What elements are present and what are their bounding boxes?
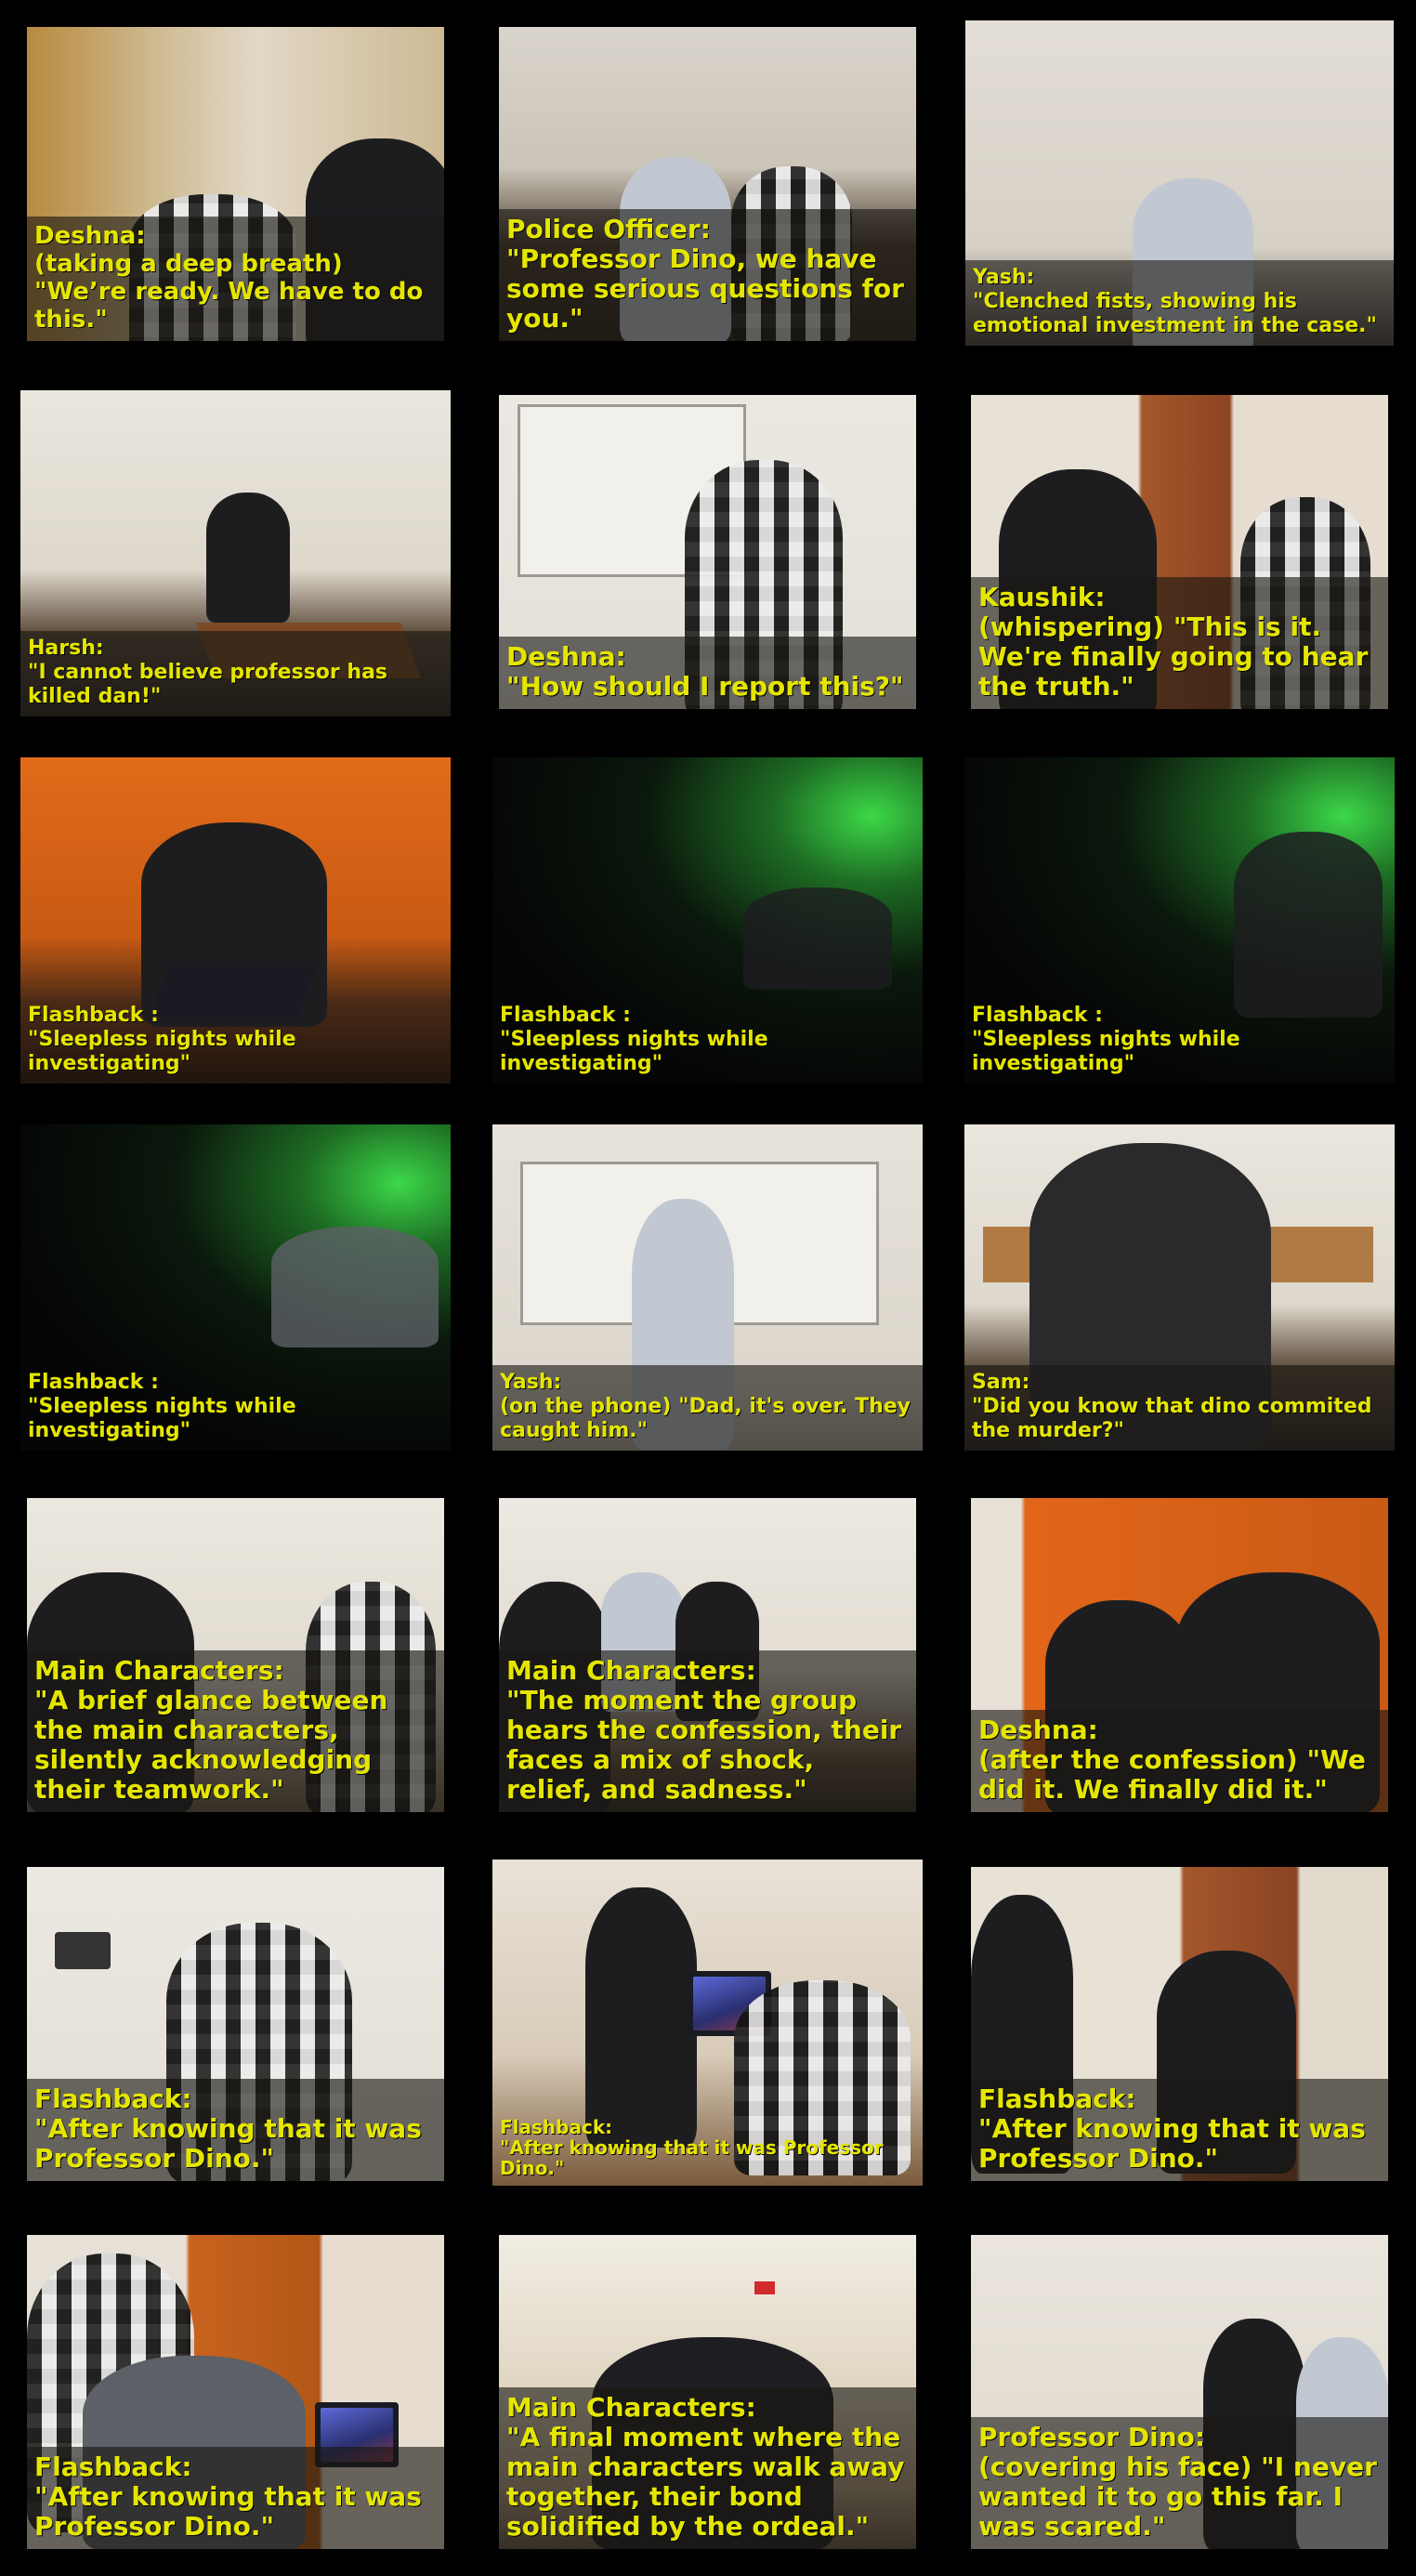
caption-text: "Professor Dino, we have some serious qu… [506,243,913,334]
panel-caption: Flashback : "Sleepless nights while inve… [20,1365,451,1451]
caption-text: "Sleepless nights while investigating" [28,1028,304,1075]
caption-speaker: Yash: [500,1371,562,1394]
comic-panel-18: Flashback: "After knowing that it was Pr… [971,1867,1388,2181]
caption-text: "A brief glance between the main charact… [34,1685,398,1805]
caption-speaker: Deshna: [506,641,626,672]
caption-text: (after the confession) "We did it. We fi… [978,1744,1375,1805]
caption-speaker: Flashback : [500,1004,631,1027]
panel-caption: Main Characters: "The moment the group h… [499,1650,916,1812]
caption-speaker: Flashback : [28,1004,159,1027]
caption-speaker: Deshna: [978,1715,1098,1745]
panel-caption: Police Officer: "Professor Dino, we have… [499,209,916,341]
microwave [55,1932,111,1969]
caption-speaker: Flashback: [34,2083,192,2114]
caption-speaker: Professor Dino: [978,2422,1206,2452]
character-figure [206,493,290,623]
caption-text: "The moment the group hears the confessi… [506,1685,911,1805]
panel-caption: Professor Dino: (covering his face) "I n… [971,2417,1388,2549]
comic-panel-14: Main Characters: "The moment the group h… [499,1498,916,1812]
comic-panel-3: Yash: "Clenched fists, showing his emoti… [965,20,1394,346]
caption-text: "After knowing that it was Professor Din… [500,2136,890,2179]
caption-speaker: Flashback : [28,1371,159,1394]
comic-panel-8: Flashback : "Sleepless nights while inve… [492,757,923,1084]
caption-speaker: Deshna: [34,222,146,250]
comic-panel-4: Harsh: "I cannot believe professor has k… [20,390,451,716]
caption-speaker: Yash: [973,266,1035,289]
comic-panel-17: Flashback: "After knowing that it was Pr… [492,1860,923,2186]
panel-caption: Sam: "Did you know that dino commited th… [964,1365,1395,1451]
caption-speaker: Flashback: [978,2083,1136,2114]
panel-caption: Flashback : "Sleepless nights while inve… [20,998,451,1084]
caption-text: "Did you know that dino commited the mur… [972,1395,1380,1442]
comic-panel-2: Police Officer: "Professor Dino, we have… [499,27,916,341]
character-figure [1234,832,1383,1018]
panel-caption: Kaushik: (whispering) "This is it. We're… [971,577,1388,709]
caption-speaker: Main Characters: [506,1655,756,1686]
caption-speaker: Kaushik: [978,582,1106,612]
caption-text: "I cannot believe professor has killed d… [28,661,395,708]
comic-panel-16: Flashback: "After knowing that it was Pr… [27,1867,444,2181]
panel-caption: Flashback: "After knowing that it was Pr… [27,2079,444,2181]
panel-caption: Flashback: "After knowing that it was Pr… [492,2111,923,2186]
panel-caption: Deshna: (taking a deep breath) "We’re re… [27,217,444,341]
panel-caption: Harsh: "I cannot believe professor has k… [20,631,451,716]
caption-speaker: Harsh: [28,637,104,660]
caption-text: "Sleepless nights while investigating" [28,1395,304,1442]
caption-speaker: Flashback : [972,1004,1103,1027]
comic-panel-13: Main Characters: "A brief glance between… [27,1498,444,1812]
comic-panel-11: Yash: (on the phone) "Dad, it's over. Th… [492,1124,923,1451]
comic-panel-7: Flashback : "Sleepless nights while inve… [20,757,451,1084]
panel-caption: Yash: "Clenched fists, showing his emoti… [965,260,1394,346]
panel-caption: Yash: (on the phone) "Dad, it's over. Th… [492,1365,923,1451]
comic-panel-12: Sam: "Did you know that dino commited th… [964,1124,1395,1451]
caption-text: (covering his face) "I never wanted it t… [978,2451,1386,2542]
caption-speaker: Flashback: [34,2451,192,2482]
comic-panel-9: Flashback : "Sleepless nights while inve… [964,757,1395,1084]
character-figure [743,887,892,990]
caption-text: "After knowing that it was Professor Din… [34,2481,440,2542]
panel-caption: Deshna: (after the confession) "We did i… [971,1710,1388,1812]
character-figure [271,1227,439,1347]
comic-panel-1: Deshna: (taking a deep breath) "We’re re… [27,27,444,341]
caption-speaker: Main Characters: [34,1655,284,1686]
caption-speaker: Sam: [972,1371,1030,1394]
caption-speaker: Main Characters: [506,2392,756,2423]
caption-text: "After knowing that it was Professor Din… [34,2113,431,2174]
caption-speaker: Flashback: [500,2116,613,2138]
caption-speaker: Police Officer: [506,214,711,244]
caption-text: "How should I report this?" [506,671,904,702]
caption-text: "A final moment where the main character… [506,2422,914,2542]
exit-sign [754,2281,775,2294]
caption-text: "Clenched fists, showing his emotional i… [973,290,1377,337]
comic-panel-5: Deshna: "How should I report this?" [499,395,916,709]
panel-caption: Deshna: "How should I report this?" [499,637,916,709]
comic-panel-19: Flashback: "After knowing that it was Pr… [27,2235,444,2549]
caption-text: "Sleepless nights while investigating" [972,1028,1248,1075]
character-figure [585,1887,697,2148]
panel-caption: Flashback : "Sleepless nights while inve… [492,998,923,1084]
caption-text: "After knowing that it was Professor Din… [978,2113,1384,2174]
caption-text: "Sleepless nights while investigating" [500,1028,776,1075]
panel-caption: Main Characters: "A final moment where t… [499,2387,916,2549]
panel-caption: Main Characters: "A brief glance between… [27,1650,444,1812]
caption-text: (on the phone) "Dad, it's over. They cau… [500,1395,918,1442]
caption-text: (whispering) "This is it. We're finally … [978,611,1378,702]
panel-caption: Flashback : "Sleepless nights while inve… [964,998,1395,1084]
comic-panel-21: Professor Dino: (covering his face) "I n… [971,2235,1388,2549]
panel-caption: Flashback: "After knowing that it was Pr… [27,2447,444,2549]
panel-caption: Flashback: "After knowing that it was Pr… [971,2079,1388,2181]
comic-panel-15: Deshna: (after the confession) "We did i… [971,1498,1388,1812]
comic-panel-10: Flashback : "Sleepless nights while inve… [20,1124,451,1451]
comic-panel-20: Main Characters: "A final moment where t… [499,2235,916,2549]
comic-panel-6: Kaushik: (whispering) "This is it. We're… [971,395,1388,709]
caption-text: (taking a deep breath) "We’re ready. We … [34,250,432,334]
